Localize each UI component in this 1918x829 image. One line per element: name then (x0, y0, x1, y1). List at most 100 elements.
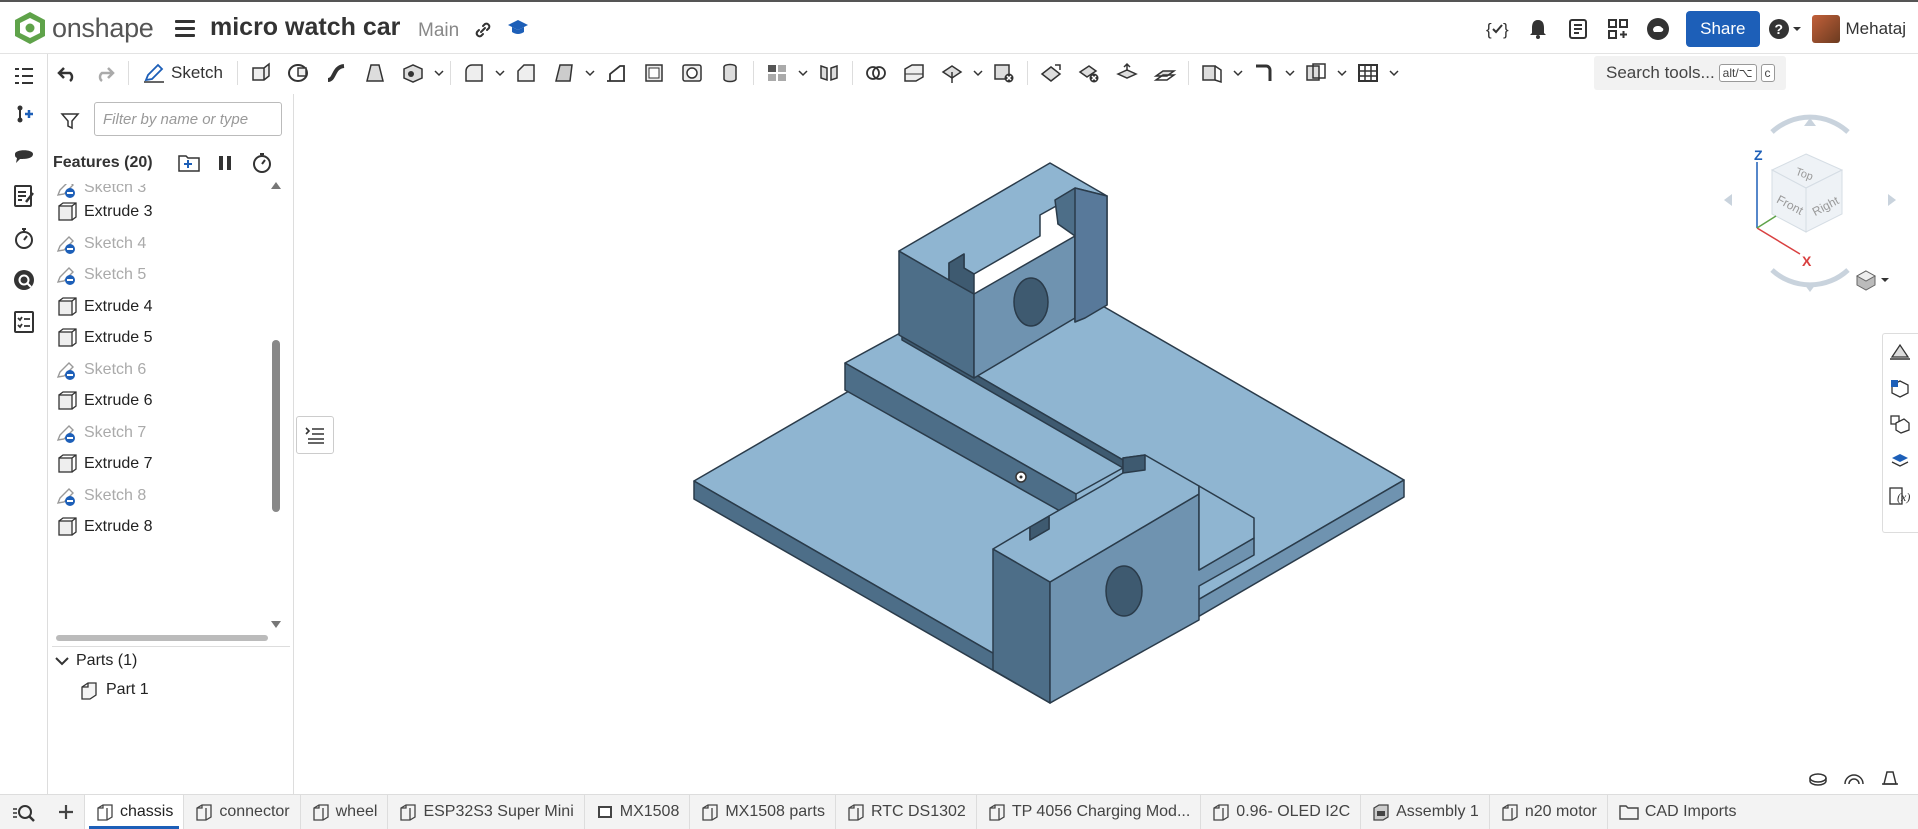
learning-center-icon[interactable] (1638, 11, 1678, 47)
boolean-icon[interactable] (857, 56, 895, 90)
pattern-icon[interactable] (758, 56, 796, 90)
rib-icon[interactable] (597, 56, 635, 90)
share-button[interactable]: Share (1686, 11, 1760, 47)
chevron-down-icon[interactable] (971, 68, 985, 78)
tab-tp-4056-charging-mod[interactable]: TP 4056 Charging Mod... (975, 795, 1200, 829)
tasks-icon[interactable] (1558, 11, 1598, 47)
measure-icon[interactable] (1883, 406, 1917, 442)
sheet-metal-icon[interactable] (1245, 56, 1283, 90)
pause-icon[interactable] (215, 153, 235, 173)
loft-icon[interactable] (356, 56, 394, 90)
tab-rtc-ds1302[interactable]: RTC DS1302 (834, 795, 976, 829)
chassis-model[interactable] (296, 94, 1918, 794)
move-face-icon[interactable] (1032, 56, 1070, 90)
chevron-down-icon[interactable] (583, 68, 597, 78)
stopwatch-icon[interactable] (251, 152, 273, 174)
feature-item[interactable]: Extrude 8 (56, 513, 152, 541)
filter-icon[interactable] (60, 111, 80, 131)
featurescript-icon[interactable]: {} (1478, 11, 1518, 47)
branch-label[interactable]: Main (418, 20, 459, 42)
menu-icon[interactable] (175, 20, 195, 38)
chevron-down-icon[interactable] (796, 68, 810, 78)
feature-item[interactable]: Sketch 6 (56, 356, 146, 384)
app-store-icon[interactable] (1598, 11, 1638, 47)
avatar[interactable] (1811, 15, 1840, 43)
revolve-icon[interactable] (280, 56, 318, 90)
chevron-down-icon[interactable] (1387, 68, 1401, 78)
render-icon[interactable] (1883, 442, 1917, 478)
chamfer-icon[interactable] (507, 56, 545, 90)
link-icon[interactable] (473, 20, 493, 40)
delete-part-icon[interactable] (985, 56, 1023, 90)
analysis-icon[interactable] (12, 268, 36, 292)
sketch-button[interactable]: Sketch (133, 56, 233, 90)
search-tools-input[interactable]: Search tools... alt/⌥ c (1594, 56, 1786, 90)
chevron-down-icon[interactable] (1231, 68, 1245, 78)
document-title[interactable]: micro watch car (210, 13, 400, 42)
part-item[interactable]: Part 1 (78, 676, 149, 704)
tab-esp32s3-super-mini[interactable]: ESP32S3 Super Mini (387, 795, 583, 829)
insert-icon[interactable] (12, 102, 36, 126)
filter-input[interactable]: Filter by name or type (94, 102, 282, 136)
feature-item[interactable]: Sketch 5 (56, 261, 146, 289)
replace-face-icon[interactable] (1108, 56, 1146, 90)
chevron-down-icon[interactable] (493, 68, 507, 78)
sweep-icon[interactable] (318, 56, 356, 90)
feature-item[interactable]: Extrude 3 (56, 198, 152, 226)
parts-section[interactable]: Parts (1) (52, 646, 290, 674)
tab-cad-imports[interactable]: CAD Imports (1606, 795, 1747, 829)
mass-properties-icon[interactable] (1883, 370, 1917, 406)
add-tab-button[interactable] (48, 795, 84, 829)
variable-table-icon[interactable] (1349, 56, 1387, 90)
tab-connector[interactable]: connector (183, 795, 299, 829)
tab-mx1508[interactable]: MX1508 (583, 795, 690, 829)
graphics-viewport[interactable] (296, 94, 1918, 794)
feature-item[interactable]: Extrude 4 (56, 293, 152, 321)
tab-0-96-oled-i2c[interactable]: 0.96- OLED I2C (1200, 795, 1360, 829)
tab-assembly-1[interactable]: Assembly 1 (1360, 795, 1489, 829)
appearance-icon[interactable] (1883, 334, 1917, 370)
mirror-icon[interactable] (810, 56, 848, 90)
plane-icon[interactable] (1193, 56, 1231, 90)
tab-wheel[interactable]: wheel (299, 795, 388, 829)
chevron-down-icon[interactable] (1335, 68, 1349, 78)
feature-item[interactable]: Extrude 5 (56, 324, 152, 352)
undo-icon[interactable] (48, 56, 86, 90)
tools-icon[interactable] (1872, 765, 1908, 789)
transform-icon[interactable] (933, 56, 971, 90)
redo-icon[interactable] (86, 56, 124, 90)
scroll-down-icon[interactable] (270, 620, 282, 630)
draft-icon[interactable] (545, 56, 583, 90)
display-states-icon[interactable] (1836, 765, 1872, 789)
help-menu[interactable]: ? (1768, 18, 1804, 40)
section-view-icon[interactable] (1800, 765, 1836, 789)
feature-list-scrollbar[interactable] (270, 180, 282, 632)
hole-icon[interactable] (673, 56, 711, 90)
feature-item[interactable]: Extrude 6 (56, 387, 152, 415)
horizontal-scrollbar[interactable] (56, 635, 268, 641)
chevron-down-icon[interactable] (432, 68, 446, 78)
feature-item[interactable]: Extrude 7 (56, 450, 152, 478)
chevron-down-icon[interactable] (1283, 68, 1297, 78)
split-icon[interactable] (895, 56, 933, 90)
notification-bell-icon[interactable] (1518, 11, 1558, 47)
checklist-icon[interactable] (12, 310, 36, 334)
user-name[interactable]: Mehataj (1846, 19, 1906, 39)
delete-face-icon[interactable] (1070, 56, 1108, 90)
rotate-arrow-right-icon[interactable] (1888, 194, 1896, 206)
tab-n20-motor[interactable]: n20 motor (1488, 795, 1607, 829)
fillet-icon[interactable] (455, 56, 493, 90)
extrude-icon[interactable] (242, 56, 280, 90)
offset-surface-icon[interactable] (1146, 56, 1184, 90)
education-icon[interactable] (507, 17, 529, 39)
timer-icon[interactable] (12, 226, 36, 250)
feature-item[interactable]: Sketch 4 (56, 230, 146, 258)
view-options[interactable] (1854, 268, 1892, 292)
scroll-up-icon[interactable] (270, 180, 282, 190)
feature-item[interactable]: Sketch 7 (56, 419, 146, 447)
thicken-icon[interactable] (394, 56, 432, 90)
scroll-thumb[interactable] (272, 340, 280, 512)
frame-icon[interactable] (1297, 56, 1335, 90)
onshape-logo[interactable]: onshape (14, 11, 154, 45)
tab-chassis[interactable]: chassis (84, 795, 184, 829)
